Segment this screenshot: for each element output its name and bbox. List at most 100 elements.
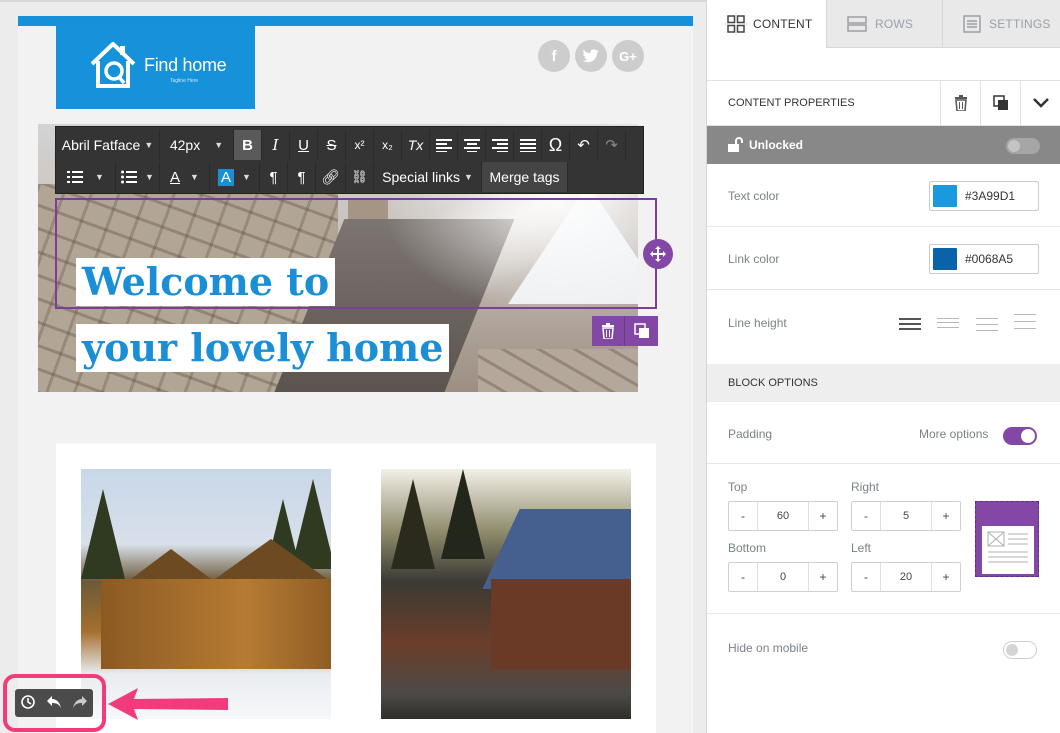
text-color-value: #3A99D1: [965, 189, 1016, 203]
line-height-option-4[interactable]: [1014, 314, 1036, 329]
padding-preview-content: [982, 526, 1034, 574]
content-properties-header: CONTENT PROPERTIES: [707, 80, 1060, 126]
padding-left-plus[interactable]: +: [932, 563, 960, 591]
duplicate-content-button[interactable]: [980, 80, 1020, 126]
chevron-down-icon: ▼: [190, 172, 199, 182]
bold-button[interactable]: B: [234, 130, 262, 160]
collapse-button[interactable]: [1020, 80, 1060, 126]
content-grid-icon: [727, 15, 745, 33]
tab-settings[interactable]: SETTINGS: [943, 0, 1060, 48]
padding-left-value[interactable]: 20: [880, 563, 932, 591]
padding-left-label: Left: [851, 541, 872, 555]
text-color-label: Text color: [728, 189, 780, 203]
italic-button[interactable]: I: [262, 130, 290, 160]
line-height-label: Line height: [728, 316, 787, 330]
font-size-select[interactable]: 42px ▼: [160, 130, 234, 160]
clear-format-button[interactable]: Tx: [402, 130, 430, 160]
strike-glyph: S: [326, 136, 337, 154]
padding-top-minus[interactable]: -: [729, 502, 757, 530]
align-left-icon: [435, 139, 452, 152]
padding-top-plus[interactable]: +: [809, 502, 837, 530]
font-family-select[interactable]: Abril Fatface ▼: [56, 130, 160, 160]
padding-left-minus[interactable]: -: [852, 563, 880, 591]
align-right-button[interactable]: [486, 130, 514, 160]
content-preview-icon: [987, 531, 1028, 563]
paragraph-ltr-icon: ¶: [269, 168, 278, 186]
redo-format-button[interactable]: ↷: [598, 130, 626, 160]
bullet-list-button[interactable]: ▼: [116, 162, 160, 192]
line-height-option-2[interactable]: [937, 318, 959, 330]
editor-canvas: Find home Tagline Here f G+ Abril Fatfac…: [0, 0, 706, 733]
tab-content[interactable]: CONTENT: [707, 0, 827, 48]
align-center-button[interactable]: [458, 130, 486, 160]
padding-right-plus[interactable]: +: [932, 502, 960, 530]
text-color-button[interactable]: A ▼: [160, 162, 210, 192]
properties-sidebar: CONTENT ROWS SETTINGS CONTENT PROPERTIES: [706, 0, 1060, 733]
padding-bottom-plus[interactable]: +: [809, 563, 837, 591]
remove-link-button[interactable]: ⛓︎: [346, 162, 375, 192]
rtl-button[interactable]: ¶: [288, 162, 316, 192]
delete-block-button[interactable]: [592, 316, 625, 346]
google-plus-icon[interactable]: G+: [612, 40, 644, 72]
superscript-button[interactable]: x²: [346, 130, 374, 160]
duplicate-block-button[interactable]: [625, 316, 658, 346]
insert-link-button[interactable]: 🔗︎: [316, 162, 347, 192]
special-links-select[interactable]: Special links ▼: [374, 162, 483, 192]
undo-format-button[interactable]: ↶: [570, 130, 598, 160]
duplicate-icon: [992, 95, 1008, 110]
lock-toggle[interactable]: [1006, 138, 1040, 154]
padding-right-stepper: - 5 +: [851, 501, 961, 531]
pointer-arrow-icon: [108, 688, 228, 720]
line-height-option-3[interactable]: [976, 318, 998, 331]
padding-top-value[interactable]: 60: [757, 502, 809, 530]
merge-tags-button[interactable]: Merge tags: [482, 162, 569, 192]
special-char-button[interactable]: Ω: [542, 130, 570, 160]
facebook-icon[interactable]: f: [538, 40, 570, 72]
move-block-handle[interactable]: [643, 239, 673, 269]
text-color-swatch: [933, 185, 957, 207]
hide-on-mobile-toggle[interactable]: [1003, 641, 1037, 659]
trash-icon: [602, 323, 614, 339]
google-plus-glyph: G+: [619, 48, 637, 64]
padding-right-value[interactable]: 5: [880, 502, 932, 530]
blue-roof-graphic: [482, 509, 631, 589]
chevron-down-icon: ▼: [95, 172, 104, 182]
tab-rows[interactable]: ROWS: [827, 0, 943, 48]
padding-bottom-value[interactable]: 0: [757, 563, 809, 591]
chevron-down-icon: ▼: [464, 172, 473, 182]
line-height-row: Line height: [707, 290, 1060, 364]
padding-bottom-minus[interactable]: -: [729, 563, 757, 591]
padding-bottom-label: Bottom: [728, 541, 767, 555]
block-actions: [592, 316, 658, 346]
block-options-header: BLOCK OPTIONS: [707, 364, 1060, 402]
text-color-picker[interactable]: #3A99D1: [929, 181, 1039, 211]
content-properties-title: CONTENT PROPERTIES: [728, 97, 855, 109]
strikethrough-button[interactable]: S: [318, 130, 346, 160]
brown-house-photo: [381, 469, 631, 719]
highlight-color-button[interactable]: A ▼: [210, 162, 260, 192]
line-height-option-1[interactable]: [899, 318, 921, 330]
underline-glyph: U: [298, 136, 309, 154]
align-left-button[interactable]: [430, 130, 458, 160]
chevron-down-icon: ▼: [242, 172, 251, 182]
headline-line-2[interactable]: your lovely home: [76, 324, 450, 372]
logo-block[interactable]: Find home Tagline Here: [56, 26, 255, 109]
padding-top-stepper: - 60 +: [728, 501, 838, 531]
padding-right-minus[interactable]: -: [852, 502, 880, 530]
link-color-picker[interactable]: #0068A5: [929, 244, 1039, 274]
headline-line-1[interactable]: Welcome to: [76, 258, 336, 306]
subscript-button[interactable]: x₂: [374, 130, 402, 160]
justify-button[interactable]: [514, 130, 542, 160]
twitter-icon[interactable]: [575, 40, 607, 72]
ordered-list-button[interactable]: ▼: [56, 162, 116, 192]
link-color-value: #0068A5: [965, 252, 1014, 266]
delete-content-button[interactable]: [940, 80, 980, 126]
hide-on-mobile-label: Hide on mobile: [728, 641, 809, 655]
undo-icon: ↶: [577, 137, 590, 154]
underline-button[interactable]: U: [290, 130, 318, 160]
bold-glyph: B: [242, 136, 253, 154]
align-center-icon: [463, 139, 480, 152]
more-options-toggle[interactable]: [1003, 427, 1037, 445]
ltr-button[interactable]: ¶: [260, 162, 288, 192]
omega-icon: Ω: [548, 134, 563, 155]
